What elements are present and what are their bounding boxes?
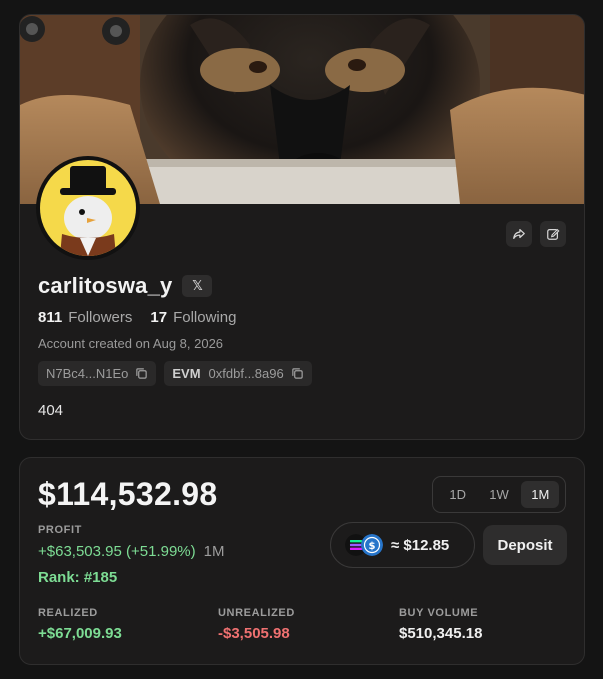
deposit-button[interactable]: Deposit [483, 525, 567, 565]
evm-address: 0xfdbf...8a96 [208, 366, 284, 381]
followers-count[interactable]: 811 [38, 309, 62, 326]
copy-icon [136, 368, 148, 379]
evm-address-chip[interactable]: EVM 0xfdbf...8a96 [164, 361, 312, 386]
rank-text: Rank: #185 [38, 569, 118, 586]
follow-stats: 811 Followers 17 Following [38, 309, 254, 326]
token-price: ≈ $12.85 [391, 536, 450, 554]
total-value: $114,532.98 [38, 476, 218, 512]
following-count[interactable]: 17 [150, 309, 167, 326]
time-range-selector: 1D 1W 1M [432, 476, 566, 513]
buy-volume-metric: BUY VOLUME $510,345.18 [399, 607, 482, 642]
buy-volume-label: BUY VOLUME [399, 607, 479, 619]
edit-button[interactable] [540, 221, 566, 247]
range-1w-button[interactable]: 1W [480, 481, 518, 508]
buy-volume-value: $510,345.18 [399, 625, 483, 642]
account-created-text: Account created on Aug 8, 2026 [38, 336, 224, 351]
x-profile-link[interactable]: 𝕏 [182, 275, 213, 297]
solana-address-chip[interactable]: N7Bc4...N1Eo [38, 361, 157, 386]
portfolio-stats-card: $114,532.98 1D 1W 1M PROFIT +$63,503.95 … [19, 457, 585, 665]
profile-card: carlitoswa_y 𝕏 811 Followers 17 Followin… [19, 14, 585, 440]
username-row: carlitoswa_y 𝕏 [38, 273, 213, 299]
copy-icon [291, 368, 303, 379]
solana-address: N7Bc4...N1Eo [46, 366, 129, 381]
profit-row: +$63,503.95 (+51.99%) 1M [38, 543, 224, 560]
profit-label: PROFIT [38, 524, 82, 536]
username: carlitoswa_y [38, 273, 173, 298]
avatar [36, 156, 140, 260]
realized-label: REALIZED [38, 607, 98, 619]
address-row: N7Bc4...N1Eo EVM 0xfdbf...8a96 [38, 361, 312, 386]
usdc-icon: $ [361, 534, 383, 556]
unrealized-label: UNREALIZED [218, 607, 295, 619]
share-icon [513, 229, 525, 239]
profit-value: +$63,503.95 (+51.99%) [38, 543, 196, 560]
penguin-avatar-image [40, 160, 136, 256]
token-price-pill[interactable]: $ ≈ $12.85 [330, 522, 475, 568]
unrealized-value: -$3,505.98 [218, 625, 290, 642]
edit-icon [547, 228, 560, 240]
svg-text:$: $ [369, 541, 376, 552]
realized-metric: REALIZED +$67,009.93 [38, 607, 122, 642]
evm-tag: EVM [172, 366, 201, 381]
x-icon: 𝕏 [192, 278, 203, 293]
range-1d-button[interactable]: 1D [439, 481, 477, 508]
following-label[interactable]: Following [173, 309, 236, 326]
followers-label[interactable]: Followers [68, 309, 132, 326]
profit-period: 1M [203, 543, 225, 560]
unrealized-metric: UNREALIZED -$3,505.98 [218, 607, 295, 642]
range-1m-button[interactable]: 1M [521, 481, 560, 508]
profile-bio: 404 [38, 402, 64, 419]
share-button[interactable] [506, 221, 532, 247]
realized-value: +$67,009.93 [38, 625, 122, 642]
